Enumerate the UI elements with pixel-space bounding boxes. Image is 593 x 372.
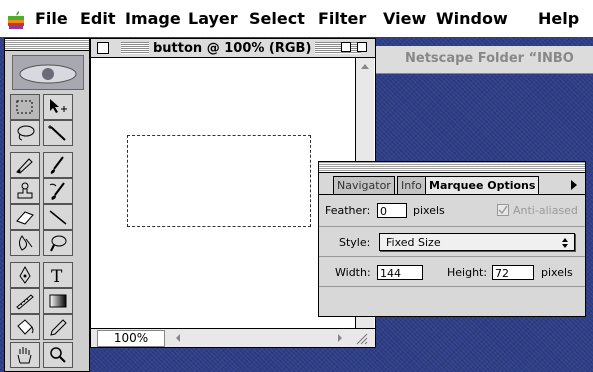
gradient-tool[interactable]: [43, 288, 73, 314]
menu-bar: File Edit Image Layer Select Filter View…: [0, 0, 593, 37]
dodge-icon: [50, 235, 67, 252]
netscape-window-title: Netscape Folder “INBO: [405, 51, 574, 66]
measure-icon: [16, 294, 34, 310]
antialiased-label: Anti-aliased: [513, 204, 578, 217]
palette-menu-arrow-icon[interactable]: [567, 178, 581, 192]
options-divider-2: [319, 256, 585, 257]
scroll-left-arrow-icon[interactable]: [171, 331, 185, 345]
tab-info[interactable]: Info: [397, 176, 426, 195]
history-brush-icon: [49, 182, 65, 200]
measure-tool[interactable]: [10, 288, 40, 314]
gradient-icon: [49, 294, 67, 308]
pen-icon: [19, 265, 31, 284]
zoom-box-icon[interactable]: [341, 42, 351, 52]
zoom-icon: [50, 347, 66, 363]
tool-palette: T: [4, 38, 90, 372]
svg-text:T: T: [51, 267, 63, 285]
paintbrush-tool[interactable]: [43, 152, 73, 178]
menu-window[interactable]: Window: [436, 9, 508, 28]
palette-grip[interactable]: [319, 162, 585, 173]
width-input[interactable]: 144: [377, 265, 423, 280]
lasso-icon: [17, 125, 35, 141]
paint-bucket-tool[interactable]: [10, 314, 40, 340]
rubber-stamp-tool[interactable]: [10, 178, 40, 204]
style-popup-value: Fixed Size: [386, 236, 441, 249]
antialiased-checkbox[interactable]: [497, 204, 509, 216]
height-input[interactable]: 72: [492, 265, 534, 280]
menu-layer[interactable]: Layer: [188, 9, 238, 28]
marquee-selection: [127, 135, 311, 227]
image-canvas[interactable]: [95, 61, 353, 331]
photoshop-logo[interactable]: [12, 55, 84, 90]
width-label: Width:: [335, 266, 371, 279]
pen-tool[interactable]: [10, 262, 40, 288]
magic-wand-icon: [48, 125, 66, 141]
zoom-tool[interactable]: [43, 342, 73, 368]
resize-grip-icon[interactable]: [353, 330, 371, 346]
marquee-tool[interactable]: [10, 94, 40, 120]
magic-wand-tool[interactable]: [43, 120, 73, 146]
menu-file[interactable]: File: [35, 9, 68, 28]
options-divider-3: [319, 286, 585, 287]
paintbrush-icon: [50, 156, 64, 174]
menu-edit[interactable]: Edit: [80, 9, 116, 28]
close-box-icon[interactable]: [97, 42, 109, 54]
hand-tool[interactable]: [10, 342, 40, 368]
zoom-level-field[interactable]: 100%: [97, 330, 165, 347]
document-title: button @ 100% (RGB): [149, 41, 316, 56]
scroll-up-arrow-icon[interactable]: [356, 58, 374, 74]
history-brush-tool[interactable]: [43, 178, 73, 204]
menu-help[interactable]: Help: [538, 9, 579, 28]
feather-input[interactable]: 0: [377, 203, 407, 218]
marquee-options-palette: Navigator Info Marquee Options Feather: …: [318, 161, 586, 317]
feather-label: Feather:: [325, 204, 371, 217]
menu-image[interactable]: Image: [125, 9, 181, 28]
move-icon: [50, 99, 67, 113]
paint-bucket-icon: [17, 319, 34, 335]
type-tool[interactable]: T: [43, 262, 73, 288]
blur-tool[interactable]: [10, 230, 40, 256]
tab-underline: [319, 194, 585, 195]
eraser-icon: [16, 211, 34, 225]
eraser-tool[interactable]: [10, 204, 40, 230]
eyedropper-tool[interactable]: [43, 314, 73, 340]
options-divider: [319, 226, 585, 227]
menu-view[interactable]: View: [383, 9, 426, 28]
feather-unit-label: pixels: [413, 204, 445, 217]
tab-marquee-options[interactable]: Marquee Options: [425, 176, 540, 195]
height-label: Height:: [447, 266, 488, 279]
rubber-stamp-icon: [17, 182, 33, 199]
apple-menu-icon[interactable]: [7, 10, 25, 30]
tab-navigator[interactable]: Navigator: [333, 176, 395, 195]
line-tool[interactable]: [43, 204, 73, 230]
type-icon: T: [51, 267, 63, 285]
popup-arrows-icon: [562, 238, 568, 248]
scroll-right-arrow-icon[interactable]: [333, 331, 347, 345]
menu-select[interactable]: Select: [249, 9, 305, 28]
netscape-folder-window[interactable]: Netscape Folder “INBO: [375, 46, 593, 74]
style-popup[interactable]: Fixed Size: [379, 233, 575, 251]
move-tool[interactable]: [43, 94, 73, 120]
blur-icon: [19, 235, 33, 251]
style-label: Style:: [339, 236, 371, 249]
collapse-box-icon[interactable]: [357, 42, 367, 52]
lasso-tool[interactable]: [10, 120, 40, 146]
marquee-icon: [16, 100, 33, 114]
status-bar: 100%: [91, 328, 375, 347]
airbrush-icon: [16, 158, 33, 174]
document-title-bar[interactable]: button @ 100% (RGB): [91, 39, 375, 58]
line-icon: [49, 210, 67, 225]
dodge-tool[interactable]: [43, 230, 73, 256]
tool-palette-grip[interactable]: [5, 39, 89, 51]
eye-logo-icon: [19, 64, 77, 84]
hand-icon: [17, 347, 32, 364]
size-unit-label: pixels: [541, 266, 573, 279]
airbrush-tool[interactable]: [10, 152, 40, 178]
menu-filter[interactable]: Filter: [318, 9, 366, 28]
eyedropper-icon: [50, 319, 67, 336]
